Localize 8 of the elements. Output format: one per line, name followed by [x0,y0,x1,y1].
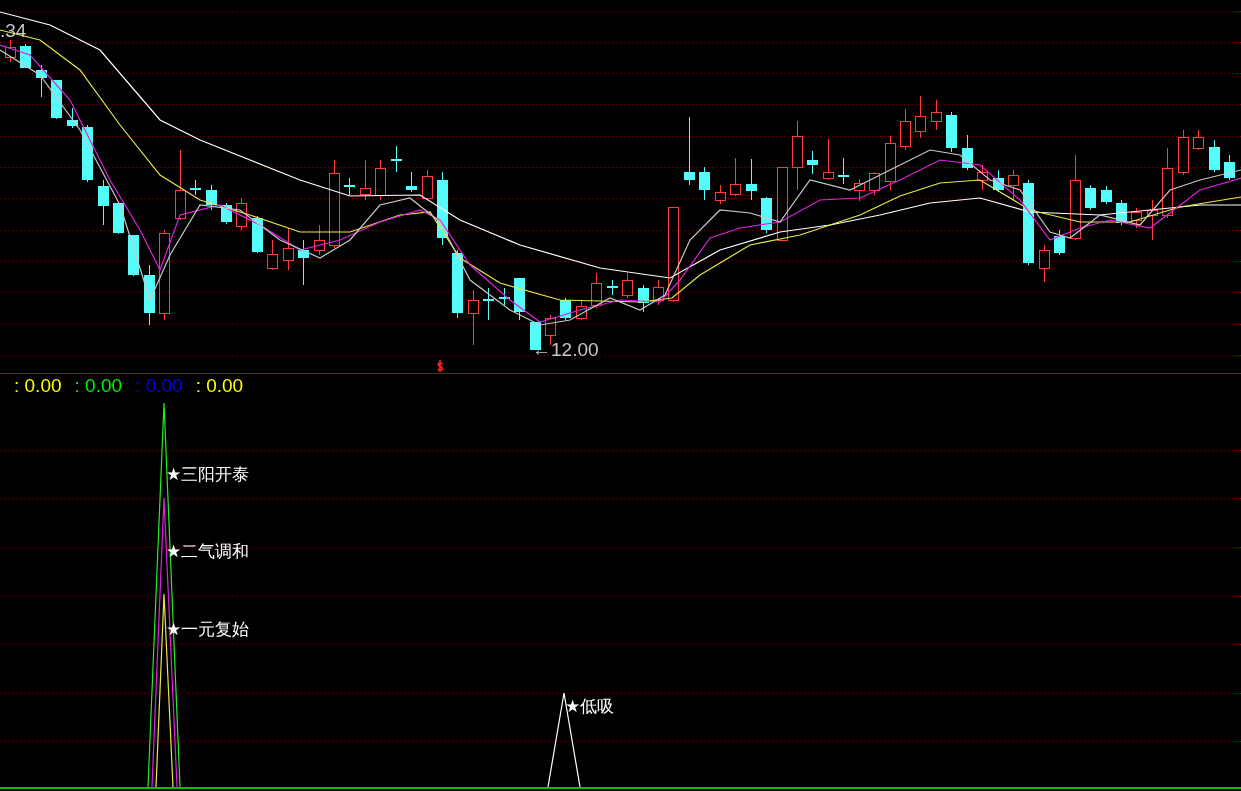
indicator-value: : 0.00 [135,375,183,397]
dollar-sign-icon [436,360,444,372]
signal-label: ★低吸 [565,697,615,716]
low-price-label: ←12.00 [532,340,599,360]
indicator-value: : 0.00 [14,375,62,397]
signal-label: ★三阳开泰 [166,465,250,484]
indicator-value: : 0.00 [195,375,244,397]
indicator-value: : 0.00 [74,375,123,397]
